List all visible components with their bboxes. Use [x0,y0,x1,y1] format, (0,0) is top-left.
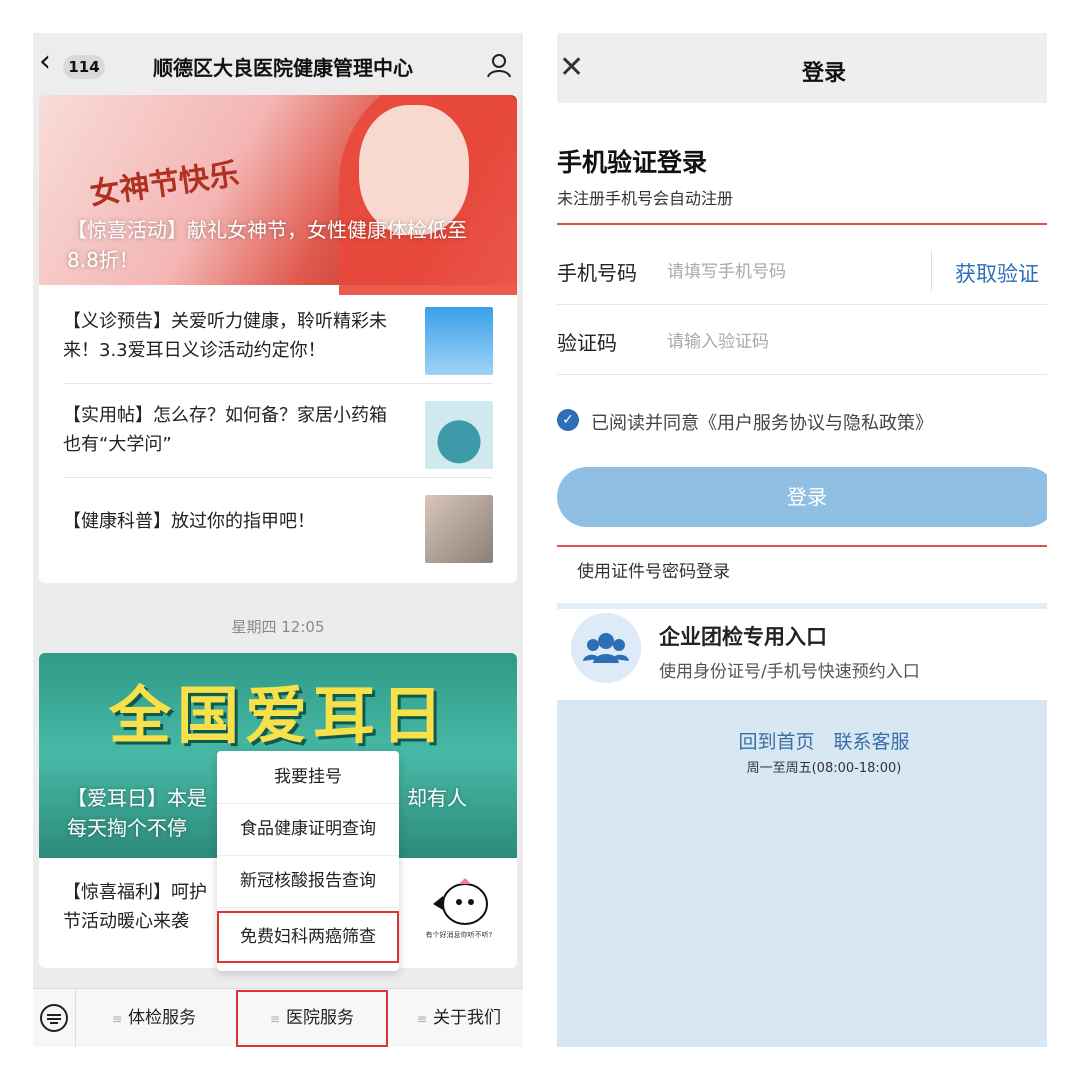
login-screen: ✕ 登录 手机验证登录 未注册手机号会自动注册 手机号码 请填写手机号码 获取验… [557,33,1047,1047]
group-icon[interactable] [571,613,641,683]
service-hours: 周一至周五(08:00-18:00) [746,761,902,776]
tab-label: 医院服务 [286,1008,355,1028]
bottom-menu-bar: ≡ 体检服务 ≡ 医院服务 ≡ 关于我们 [33,988,523,1047]
nav-bar: ‹ 114 顺德区大良医院健康管理中心 [33,33,523,95]
enterprise-entry-title[interactable]: 企业团检专用入口 [659,621,827,651]
article-card: 女神节快乐 【惊喜活动】献礼女神节，女性健康体检低至8.8折！ 【义诊预告】关爱… [39,95,517,583]
article-thumbnail [425,401,493,469]
cartoon-icon [433,878,488,925]
list-item[interactable]: 【义诊预告】关爱听力健康，聆听精彩未来！3.3爱耳日义诊活动约定你！ [63,289,493,384]
banner-caption: 却有人 [407,786,467,810]
agreement-checkbox[interactable]: ✓ [557,409,579,431]
list-item[interactable]: 【健康科普】放过你的指甲吧！ [63,477,493,571]
article-thumbnail: 有个好消息你听不听? [425,876,493,944]
list-item[interactable]: 【实用帖】怎么存？如何备？家居小药箱也有“大学问” [63,383,493,478]
section-strip [557,603,1047,609]
tab-about-us[interactable]: ≡ 关于我们 [395,989,523,1047]
divider [75,989,76,1047]
menu-item-food-health-cert[interactable]: 食品健康证明查询 [217,803,399,856]
divider [557,223,1047,225]
phone-input[interactable]: 请填写手机号码 [667,257,786,282]
official-account-screen: ‹ 114 顺德区大良医院健康管理中心 女神节快乐 【惊喜活动】献礼女神节，女性… [33,33,523,1047]
unread-count-badge[interactable]: 114 [63,55,105,79]
hospital-service-menu: 我要挂号 食品健康证明查询 新冠核酸报告查询 免费妇科两癌筛查 [217,751,399,971]
login-subheading: 未注册手机号会自动注册 [557,189,734,208]
back-icon[interactable]: ‹ [39,47,51,77]
tab-checkup-service[interactable]: ≡ 体检服务 [79,989,229,1047]
article-title: 【义诊预告】关爱听力健康，聆听精彩未来！3.3爱耳日义诊活动约定你！ [63,311,387,361]
code-input[interactable]: 请输入验证码 [667,327,769,352]
page-title: 登录 [801,61,846,86]
menu-lines-icon: ≡ [269,1012,281,1026]
agreement-text[interactable]: 已阅读并同意《用户服务协议与隐私政策》 [591,409,933,435]
art-title: 女神节快乐 [87,156,242,213]
article-thumbnail [425,495,493,563]
menu-lines-icon: ≡ [416,1012,428,1026]
login-button[interactable]: 登录 [557,467,1047,527]
message-timestamp: 星期四 12:05 [231,618,325,636]
login-heading: 手机验证登录 [557,148,708,177]
article-title: 【实用帖】怎么存？如何备？家居小药箱也有“大学问” [63,405,387,455]
tab-label: 体检服务 [128,1008,197,1028]
footer-links[interactable]: 回到首页 联系客服 [557,727,1047,754]
tab-hospital-service[interactable]: ≡ 医院服务 [235,989,389,1047]
divider [557,545,1047,547]
article-title: 【健康科普】放过你的指甲吧！ [63,511,315,532]
get-code-button[interactable]: 获取验证 [955,258,1039,288]
account-title: 顺德区大良医院健康管理中心 [153,56,413,80]
divider [557,304,1047,305]
banner-womens-day[interactable]: 女神节快乐 【惊喜活动】献礼女神节，女性健康体检低至8.8折！ [39,95,517,295]
article-thumbnail [425,307,493,375]
thumb-caption: 有个好消息你听不听? [425,931,493,939]
phone-label: 手机号码 [557,261,637,285]
user-icon[interactable] [485,51,513,79]
banner-big-title: 全国爱耳日 [108,679,449,752]
keyboard-icon[interactable] [39,1003,69,1033]
menu-lines-icon: ≡ [111,1012,123,1026]
nav-bar: ✕ 登录 [557,33,1047,103]
menu-item-register[interactable]: 我要挂号 [217,751,399,804]
enterprise-entry-subtitle: 使用身份证号/手机号快速预约入口 [659,662,920,682]
divider [931,251,932,291]
tab-label: 关于我们 [433,1008,502,1028]
divider [557,374,1047,375]
menu-item-covid-report[interactable]: 新冠核酸报告查询 [217,855,399,908]
menu-item-cancer-screening[interactable]: 免费妇科两癌筛查 [217,911,399,963]
password-login-link[interactable]: 使用证件号密码登录 [577,557,730,582]
code-label: 验证码 [557,331,617,355]
banner-caption: 【惊喜活动】献礼女神节，女性健康体检低至8.8折！ [67,218,467,272]
